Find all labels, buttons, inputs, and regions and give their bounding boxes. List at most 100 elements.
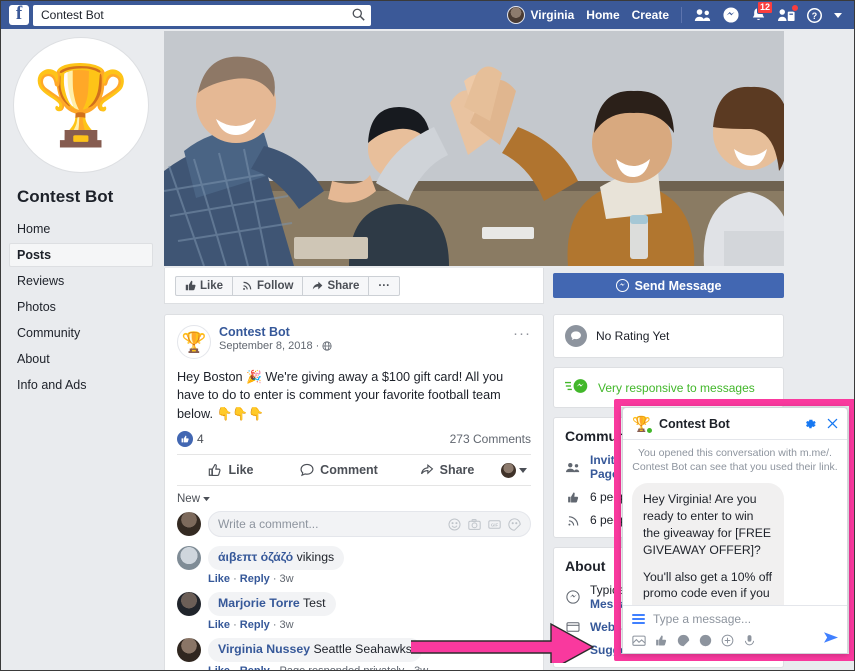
send-icon[interactable] [824,631,838,649]
chat-system-message: You opened this conversation with m.me/.… [632,446,838,474]
page-more-button[interactable]: ··· [368,276,400,296]
comment-author[interactable]: Virginia Nussey [218,642,310,656]
emoji-icon[interactable] [699,634,712,647]
comment-text: Test [303,596,326,610]
list-item: Virginia Nussey Seattle Seahawks [177,638,531,662]
search-icon[interactable] [352,8,365,26]
page-share-button[interactable]: Share [302,276,369,296]
photo-icon[interactable] [632,634,646,647]
search-input[interactable] [33,5,371,26]
camera-icon[interactable] [468,518,481,531]
comment-author[interactable]: Marjorie Torre [218,596,300,610]
account-menu-chevron-down-icon[interactable] [834,13,842,18]
review-icon [565,325,587,347]
page-avatar[interactable]: 🏆 [13,37,149,173]
comment-sort-label: New [177,493,200,505]
search-box[interactable] [33,5,371,26]
comment-count[interactable]: 273 Comments [450,432,531,446]
sidebar-item-posts[interactable]: Posts [9,243,153,267]
page-action-buttons: Like Follow Share ··· [175,276,399,296]
page-tools-icon[interactable] [778,8,795,22]
comment-bubble: Marjorie Torre Test [208,592,336,616]
messenger-icon[interactable] [723,7,739,23]
notification-badge: 12 [757,1,773,14]
nav-right-group: Virginia Home Create 12 ? [507,6,849,24]
post-share-button[interactable]: Share [393,463,501,477]
comment-input[interactable]: Write a comment... GIF [208,511,531,537]
comment-reply-link[interactable]: Reply [240,665,270,671]
comment-author[interactable]: άιβεπτ όζάζό [218,550,293,564]
online-status-dot [646,427,653,434]
trophy-icon: 🏆 [182,330,207,355]
responsiveness-text: Very responsive to messages [598,381,755,395]
page-tools-alert-dot [791,4,799,12]
facebook-logo-icon[interactable]: f [9,5,29,25]
post-author-name[interactable]: Contest Bot [219,325,332,339]
page-share-label: Share [327,280,359,292]
sidebar-item-community[interactable]: Community [9,321,153,345]
chat-bot-message: Hey Virginia! Are you ready to enter to … [632,483,784,605]
comment-time: 3w [414,665,428,671]
messenger-icon [565,590,581,604]
messenger-icon [616,279,629,292]
thumbs-up-icon[interactable] [655,634,668,647]
sticker-icon[interactable] [677,634,690,647]
comment-sort-dropdown[interactable]: New [177,493,531,505]
rating-card: No Rating Yet [553,314,784,358]
page-follow-button[interactable]: Follow [232,276,303,296]
like-reaction-icon [177,431,193,447]
chevron-down-icon [519,461,527,479]
facebook-page-screenshot: f Virginia Home Create 12 [0,0,855,671]
emoji-icon[interactable] [448,518,461,531]
nav-create-link[interactable]: Create [632,8,669,22]
messenger-chat-widget: 🏆 Contest Bot You opened this conversati… [622,407,848,654]
page-like-button[interactable]: Like [175,276,233,296]
comment-tool-icons: GIF [448,518,521,531]
nav-home-link[interactable]: Home [586,8,619,22]
gif-icon[interactable]: GIF [488,518,501,531]
comment-like-link[interactable]: Like [208,665,230,671]
cover-photo[interactable] [164,31,784,266]
gear-icon[interactable] [803,417,817,431]
sidebar-item-photos[interactable]: Photos [9,295,153,319]
chat-input-placeholder[interactable]: Type a message... [653,612,751,626]
sidebar-item-about[interactable]: About [9,347,153,371]
chat-composer: Type a message... [623,605,847,653]
notifications-icon[interactable]: 12 [751,7,766,23]
plus-circle-icon[interactable] [721,634,734,647]
svg-text:GIF: GIF [491,522,499,527]
avatar [177,546,201,570]
sticker-icon[interactable] [508,518,521,531]
chat-header: 🏆 Contest Bot [623,408,847,440]
page-like-label: Like [200,280,223,292]
post-card: 🏆 Contest Bot September 8, 2018 · ··· He… [164,314,544,671]
comment-reply-link[interactable]: Reply [240,573,270,585]
comment-reply-link[interactable]: Reply [240,619,270,631]
post-more-options-button[interactable]: ··· [513,325,531,342]
page-title: Contest Bot [17,187,153,207]
comment-like-link[interactable]: Like [208,619,230,631]
chat-message-paragraph-1: Hey Virginia! Are you ready to enter to … [643,491,773,558]
list-item: άιβεπτ όζάζό vikings [177,546,531,570]
chat-message-list: You opened this conversation with m.me/.… [623,440,847,605]
friend-requests-icon[interactable] [694,8,711,22]
microphone-icon[interactable] [743,634,756,647]
sidebar-item-home[interactable]: Home [9,217,153,241]
post-avatar[interactable]: 🏆 [177,325,211,359]
menu-icon[interactable] [632,614,645,624]
fast-messenger-icon [565,378,589,397]
post-comment-button[interactable]: Comment [285,463,393,477]
comment-as-selector[interactable] [501,461,531,479]
sidebar-item-info-and-ads[interactable]: Info and Ads [9,373,153,397]
post-like-button[interactable]: Like [177,463,285,477]
post-comment-label: Comment [320,463,378,477]
nav-profile-link[interactable]: Virginia [507,6,575,24]
comment-like-link[interactable]: Like [208,573,230,585]
comment-actions: Like · Reply · 3w [208,619,531,631]
send-message-button[interactable]: Send Message [553,273,784,298]
post-meta-separator: · [316,340,320,352]
help-icon[interactable]: ? [807,8,822,23]
post-date: September 8, 2018 [219,340,313,352]
close-icon[interactable] [826,417,839,430]
sidebar-item-reviews[interactable]: Reviews [9,269,153,293]
